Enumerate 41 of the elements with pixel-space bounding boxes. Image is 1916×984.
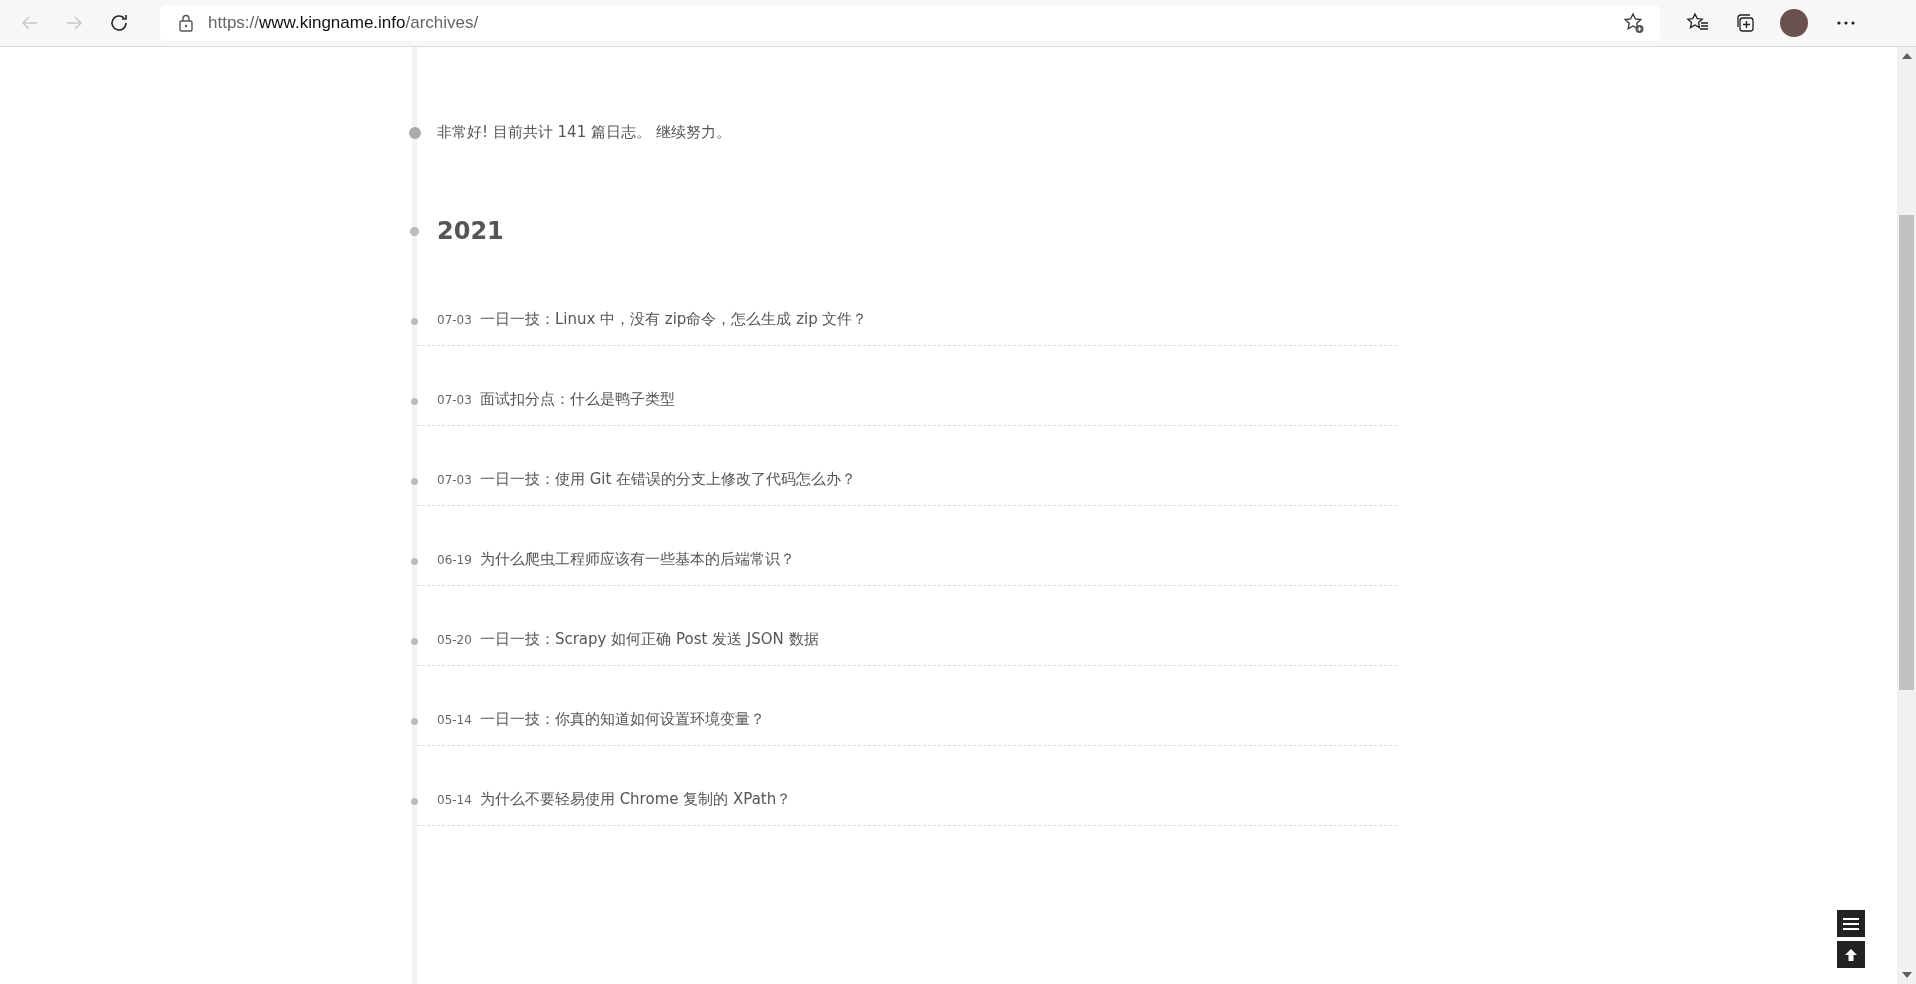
lock-icon (178, 14, 194, 32)
timeline-dot (411, 398, 418, 405)
star-plus-icon[interactable] (1622, 11, 1646, 35)
scroll-down-icon[interactable] (1901, 972, 1912, 978)
collections-icon[interactable] (1734, 12, 1756, 34)
timeline-dot (411, 318, 418, 325)
menu-button[interactable] (1837, 910, 1865, 937)
post-title-link[interactable]: 为什么爬虫工程师应该有一些基本的后端常识？ (479, 550, 795, 569)
post-date: 05-14 (437, 713, 472, 727)
reload-icon[interactable] (108, 12, 130, 34)
year-heading: 2021 (437, 217, 504, 245)
post-date: 05-14 (437, 793, 472, 807)
menu-icon (1843, 916, 1859, 931)
profile-avatar[interactable] (1780, 9, 1808, 37)
up-arrow-icon (1845, 948, 1857, 961)
post-date: 07-03 (437, 473, 472, 487)
scroll-up-icon[interactable] (1901, 53, 1912, 59)
timeline-dot (411, 638, 418, 645)
timeline-dot (411, 558, 418, 565)
back-to-top-button[interactable] (1837, 941, 1865, 968)
archive-summary: 非常好! 目前共计 141 篇日志。 继续努力。 (437, 123, 731, 142)
post-title-link[interactable]: 一日一技：Scrapy 如何正确 Post 发送 JSON 数据 (479, 630, 819, 649)
post-title-link[interactable]: 面试扣分点：什么是鸭子类型 (479, 390, 675, 409)
timeline-dot (411, 718, 418, 725)
post-date: 07-03 (437, 393, 472, 407)
scrollbar-thumb[interactable] (1899, 215, 1914, 690)
post-date: 07-03 (437, 313, 472, 327)
url-text: https://www.kingname.info/archives/ (208, 13, 480, 33)
post-date: 06-19 (437, 553, 472, 567)
more-icon[interactable] (1836, 20, 1856, 26)
timeline-dot (410, 226, 419, 236)
post-title-link[interactable]: 为什么不要轻易使用 Chrome 复制的 XPath？ (479, 790, 792, 809)
timeline-dot (411, 478, 418, 485)
timeline-dot (409, 126, 421, 139)
scrollbar[interactable] (1897, 47, 1916, 984)
timeline-dot (411, 798, 418, 805)
address-bar[interactable]: https://www.kingname.info/archives/ (160, 5, 1660, 41)
post-title-link[interactable]: 一日一技：Linux 中，没有 zip命令，怎么生成 zip 文件？ (479, 310, 868, 329)
post-title-link[interactable]: 一日一技：你真的知道如何设置环境变量？ (479, 710, 765, 729)
post-date: 05-20 (437, 633, 472, 647)
post-title-link[interactable]: 一日一技：使用 Git 在错误的分支上修改了代码怎么办？ (479, 470, 857, 489)
